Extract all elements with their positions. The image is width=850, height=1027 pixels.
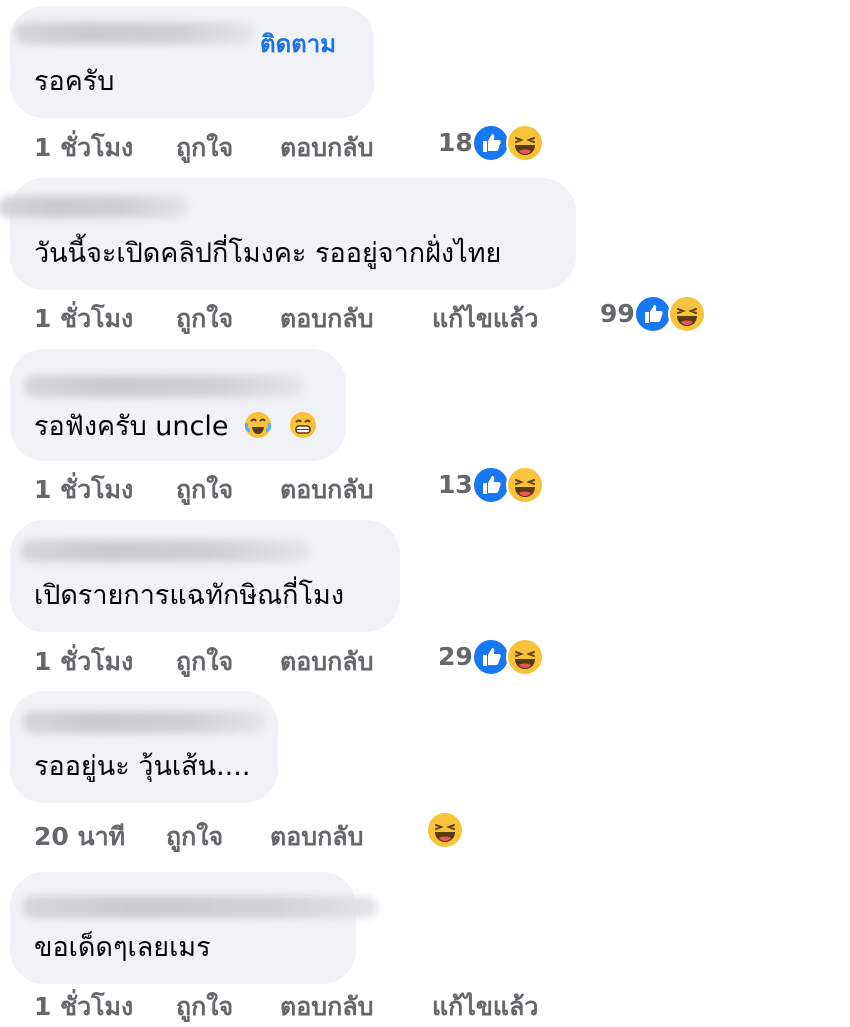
author-name-blurred[interactable] <box>24 375 304 397</box>
like-link[interactable]: ถูกใจ <box>176 128 233 168</box>
comment-bubble: วันนี้จะเปิดคลิปกี่โมงคะ รออยู่จากฝั่งไท… <box>0 178 576 290</box>
reply-link[interactable]: ตอบกลับ <box>280 470 373 510</box>
like-link[interactable]: ถูกใจ <box>176 987 233 1027</box>
reply-link[interactable]: ตอบกลับ <box>280 299 373 339</box>
haha-reaction-icon <box>506 124 544 162</box>
haha-reaction-icon <box>668 295 706 333</box>
comment-actions: 1 ชั่วโมง ถูกใจ ตอบกลับ 18 <box>34 124 634 164</box>
comment-bubble: รออยู่นะ วุ้นเส้น.... <box>10 691 278 803</box>
comment-text: รออยู่นะ วุ้นเส้น.... <box>34 751 251 782</box>
comment-actions: 1 ชั่วโมง ถูกใจ ตอบกลับ 29 <box>34 638 634 678</box>
like-reaction-icon <box>634 295 672 333</box>
comment-actions: 1 ชั่วโมง ถูกใจ ตอบกลับ 13 <box>34 466 634 506</box>
author-name-blurred[interactable] <box>22 711 266 733</box>
author-name-blurred[interactable] <box>22 896 378 918</box>
reply-link[interactable]: ตอบกลับ <box>280 987 373 1027</box>
comment-text: วันนี้จะเปิดคลิปกี่โมงคะ รออยู่จากฝั่งไท… <box>34 238 502 269</box>
comment-bubble: ติดตาม รอครับ <box>10 6 374 118</box>
reply-link[interactable]: ตอบกลับ <box>280 642 373 682</box>
tears-of-joy-emoji <box>245 412 272 438</box>
author-name-blurred[interactable] <box>20 540 310 562</box>
like-link[interactable]: ถูกใจ <box>176 642 233 682</box>
comment-text: เปิดรายการแฉทักษิณกี่โมง <box>34 580 345 611</box>
reaction-count: 18 <box>438 128 473 157</box>
comment-bubble: เปิดรายการแฉทักษิณกี่โมง <box>10 520 400 632</box>
comment-text: รอฟังครับ uncle <box>34 409 318 445</box>
haha-reaction-icon <box>506 466 544 504</box>
comment-actions: 1 ชั่วโมง ถูกใจ ตอบกลับ แก้ไขแล้ว <box>34 983 634 1023</box>
comment-actions: 20 นาที ถูกใจ ตอบกลับ <box>34 811 634 853</box>
haha-reaction-icon <box>426 811 464 849</box>
like-link[interactable]: ถูกใจ <box>166 817 223 857</box>
edited-label[interactable]: แก้ไขแล้ว <box>432 299 538 339</box>
edited-label[interactable]: แก้ไขแล้ว <box>432 987 538 1027</box>
like-reaction-icon <box>472 638 510 676</box>
reply-link[interactable]: ตอบกลับ <box>270 817 363 857</box>
timestamp-link[interactable]: 1 ชั่วโมง <box>34 642 133 682</box>
like-reaction-icon <box>472 466 510 504</box>
timestamp-link[interactable]: 1 ชั่วโมง <box>34 299 133 339</box>
author-name-blurred[interactable] <box>14 22 254 44</box>
comment-bubble: ขอเด็ดๆเลยเมร <box>10 872 378 984</box>
comment-text-content: รอฟังครับ uncle <box>34 411 229 442</box>
follow-link[interactable]: ติดตาม <box>260 24 336 63</box>
reaction-count: 29 <box>438 642 473 671</box>
comment-bubble: รอฟังครับ uncle <box>10 349 346 461</box>
author-name-blurred[interactable] <box>0 196 188 218</box>
reaction-count: 99 <box>600 299 635 328</box>
grin-emoji <box>289 412 316 438</box>
like-reaction-icon <box>472 124 510 162</box>
timestamp-link[interactable]: 1 ชั่วโมง <box>34 987 133 1027</box>
like-link[interactable]: ถูกใจ <box>176 470 233 510</box>
reaction-count: 13 <box>438 470 473 499</box>
reply-link[interactable]: ตอบกลับ <box>280 128 373 168</box>
comment-text: ขอเด็ดๆเลยเมร <box>34 932 211 963</box>
comment-actions: 1 ชั่วโมง ถูกใจ ตอบกลับ แก้ไขแล้ว 99 <box>34 295 734 335</box>
like-link[interactable]: ถูกใจ <box>176 299 233 339</box>
timestamp-link[interactable]: 20 นาที <box>34 817 125 857</box>
comment-text: รอครับ <box>34 66 115 97</box>
timestamp-link[interactable]: 1 ชั่วโมง <box>34 470 133 510</box>
timestamp-link[interactable]: 1 ชั่วโมง <box>34 128 133 168</box>
haha-reaction-icon <box>506 638 544 676</box>
